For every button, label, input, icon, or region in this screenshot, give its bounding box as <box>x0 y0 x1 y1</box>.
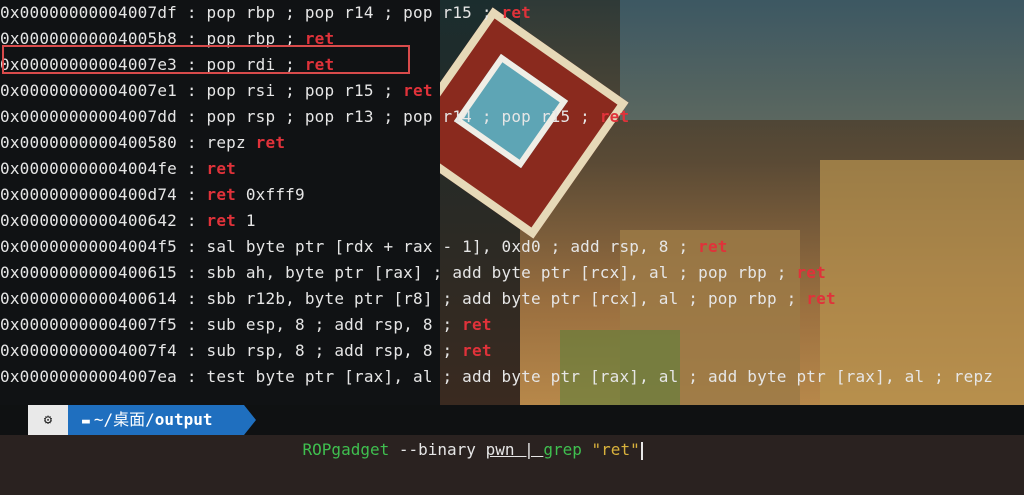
gadget-ret-keyword: ret <box>698 237 728 256</box>
gadget-address: 0x00000000004007df <box>0 3 177 22</box>
os-icon: ⚙ <box>28 405 80 435</box>
gadget-line: 0x00000000004007f4 : sub rsp, 8 ; add rs… <box>0 338 492 364</box>
command-args: --binary <box>389 440 486 459</box>
gadget-instructions: sbb r12b, byte ptr [r8] ; add byte ptr [… <box>206 289 807 308</box>
gadget-address: 0x00000000004007f4 <box>0 341 177 360</box>
gadget-tail: repz <box>953 367 994 386</box>
gadget-line: 0x00000000004007ea : test byte ptr [rax]… <box>0 364 993 390</box>
gadget-tail: 1 <box>236 211 256 230</box>
gadget-line: 0x0000000000400615 : sbb ah, byte ptr [r… <box>0 260 826 286</box>
gadget-line: 0x00000000004007df : pop rbp ; pop r14 ;… <box>0 0 531 26</box>
gadget-address: 0x0000000000400580 <box>0 133 177 152</box>
gadget-separator: : <box>177 367 207 386</box>
gadget-instructions: sub rsp, 8 ; add rsp, 8 ; <box>206 341 463 360</box>
gadget-separator: : <box>177 159 207 178</box>
gadget-address: 0x0000000000400615 <box>0 263 177 282</box>
command-file: pwn <box>485 440 515 459</box>
gadget-address: 0x00000000004004f5 <box>0 237 177 256</box>
path-dir: output <box>154 410 213 429</box>
gadget-ret-keyword: ret <box>206 159 236 178</box>
prompt-path: ▬ ~/桌面/output <box>68 405 256 435</box>
command-pipe: | <box>514 440 544 459</box>
folder-icon: ▬ <box>82 414 90 429</box>
gadget-separator: : <box>177 81 207 100</box>
gadget-line: 0x00000000004007f5 : sub esp, 8 ; add rs… <box>0 312 492 338</box>
gadget-line: 0x0000000000400580 : repz ret <box>0 130 285 156</box>
gadget-instructions: pop rsi ; pop r15 ; <box>206 81 404 100</box>
gadget-ret-keyword: ret <box>462 341 492 360</box>
gadget-ret-keyword: ret <box>255 133 286 152</box>
gadget-instructions: sub esp, 8 ; add rsp, 8 ; <box>206 315 463 334</box>
gadget-ret-keyword: ret <box>462 315 492 334</box>
gadget-ret-keyword: ret <box>206 211 236 230</box>
gadget-ret-keyword: ret <box>403 81 433 100</box>
gadget-separator: : <box>177 237 207 256</box>
highlight-box <box>2 45 410 74</box>
gadget-address: 0x00000000004007e1 <box>0 81 177 100</box>
gadget-instructions: sal byte ptr [rdx + rax - 1], 0xd0 ; add… <box>206 237 699 256</box>
gadget-line: 0x00000000004004fe : ret <box>0 156 236 182</box>
gadget-ret-keyword: ret <box>599 107 630 126</box>
gadget-line: 0x00000000004007dd : pop rsp ; pop r13 ;… <box>0 104 629 130</box>
gadget-address: 0x00000000004007ea <box>0 367 177 386</box>
gadget-line: 0x00000000004007e1 : pop rsi ; pop r15 ;… <box>0 78 433 104</box>
gadget-separator: : <box>177 3 207 22</box>
gadget-ret-keyword: ret <box>806 289 836 308</box>
gadget-separator: : <box>177 263 207 282</box>
gadget-instructions: repz <box>206 133 256 152</box>
gadget-separator: : <box>177 289 207 308</box>
gadget-address: 0x0000000000400642 <box>0 211 177 230</box>
command-program: ROPgadget <box>302 440 390 459</box>
gadget-address: 0x00000000004007dd <box>0 107 177 126</box>
gadget-instructions: test byte ptr [rax], al ; add byte ptr [… <box>206 367 954 386</box>
gadget-instructions: sbb ah, byte ptr [rax] ; add byte ptr [r… <box>206 263 797 282</box>
gadget-separator: : <box>177 315 207 334</box>
gadget-line: 0x0000000000400614 : sbb r12b, byte ptr … <box>0 286 836 312</box>
gadget-address: 0x0000000000400614 <box>0 289 177 308</box>
text-cursor <box>640 441 643 460</box>
gadget-line: 0x0000000000400642 : ret 1 <box>0 208 256 234</box>
gadget-ret-keyword: ret <box>206 185 236 204</box>
gadget-separator: : <box>177 185 207 204</box>
path-prefix: ~/桌面/ <box>93 410 155 429</box>
prompt-bar[interactable]: ⚙ ▬ ~/桌面/output ROPgadget --binary pwn | … <box>0 405 1024 460</box>
gadget-separator: : <box>177 133 207 152</box>
gadget-separator: : <box>177 107 207 126</box>
gadget-address: 0x0000000000400d74 <box>0 185 177 204</box>
gadget-line: 0x0000000000400d74 : ret 0xfff9 <box>0 182 305 208</box>
gadget-tail: 0xfff9 <box>236 185 305 204</box>
gadget-address: 0x00000000004007f5 <box>0 315 177 334</box>
gadget-instructions: pop rsp ; pop r13 ; pop r14 ; pop r15 ; <box>206 107 600 126</box>
gadget-separator: : <box>177 211 207 230</box>
gadget-ret-keyword: ret <box>501 3 531 22</box>
gadget-separator: : <box>177 341 207 360</box>
command-string: "ret" <box>581 440 640 459</box>
command-grep: grep <box>543 440 582 459</box>
gadget-instructions: pop rbp ; pop r14 ; pop r15 ; <box>206 3 502 22</box>
command-line[interactable]: ROPgadget --binary pwn | grep "ret" <box>264 405 643 495</box>
gadget-ret-keyword: ret <box>796 263 826 282</box>
gadget-line: 0x00000000004004f5 : sal byte ptr [rdx +… <box>0 234 728 260</box>
gadget-address: 0x00000000004004fe <box>0 159 177 178</box>
